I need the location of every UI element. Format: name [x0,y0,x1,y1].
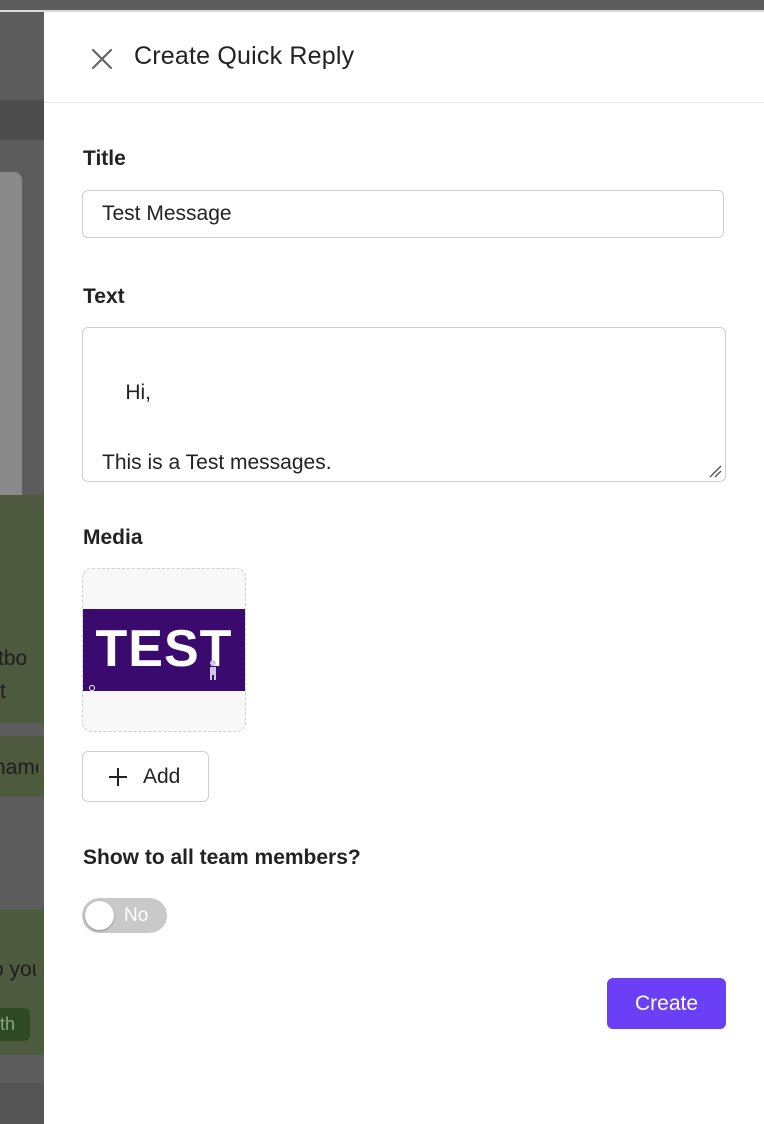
create-quick-reply-drawer: Create Quick Reply Title Test Message Te… [44,12,764,1124]
toggle-state-label: No [124,905,149,926]
resize-handle-icon[interactable] [708,464,722,478]
title-label: Title [83,147,126,170]
text-label: Text [83,285,125,308]
background-text-fragment: t [0,680,6,703]
figure-icon [210,660,216,680]
close-icon[interactable] [88,45,116,73]
title-input[interactable]: Test Message [82,190,724,238]
background-text-fragment: name [0,756,38,779]
media-label: Media [83,526,143,549]
text-textarea-value: Hi, This is a Test messages. [102,381,332,474]
text-textarea[interactable]: Hi, This is a Test messages. [82,327,726,482]
background-text-fragment: o you [0,958,36,981]
small-logo-icon [89,685,95,691]
background-badge: th [0,1008,30,1041]
create-button[interactable]: Create [607,978,726,1029]
background-block [0,1083,44,1124]
media-image: TEST [83,609,245,691]
drawer-title: Create Quick Reply [134,42,355,70]
drawer-header: Create Quick Reply [44,12,764,103]
background-strip [0,100,44,140]
add-media-button[interactable]: Add [82,751,209,802]
background-text-fragment: tbo [0,647,28,670]
background-badge-text: th [0,1014,16,1034]
show-to-team-label: Show to all team members? [83,846,361,869]
plus-icon [109,768,127,786]
media-thumbnail[interactable]: TEST [82,568,246,732]
show-to-team-toggle[interactable]: No [82,898,167,933]
add-media-label: Add [143,765,181,788]
toggle-knob [85,901,114,930]
